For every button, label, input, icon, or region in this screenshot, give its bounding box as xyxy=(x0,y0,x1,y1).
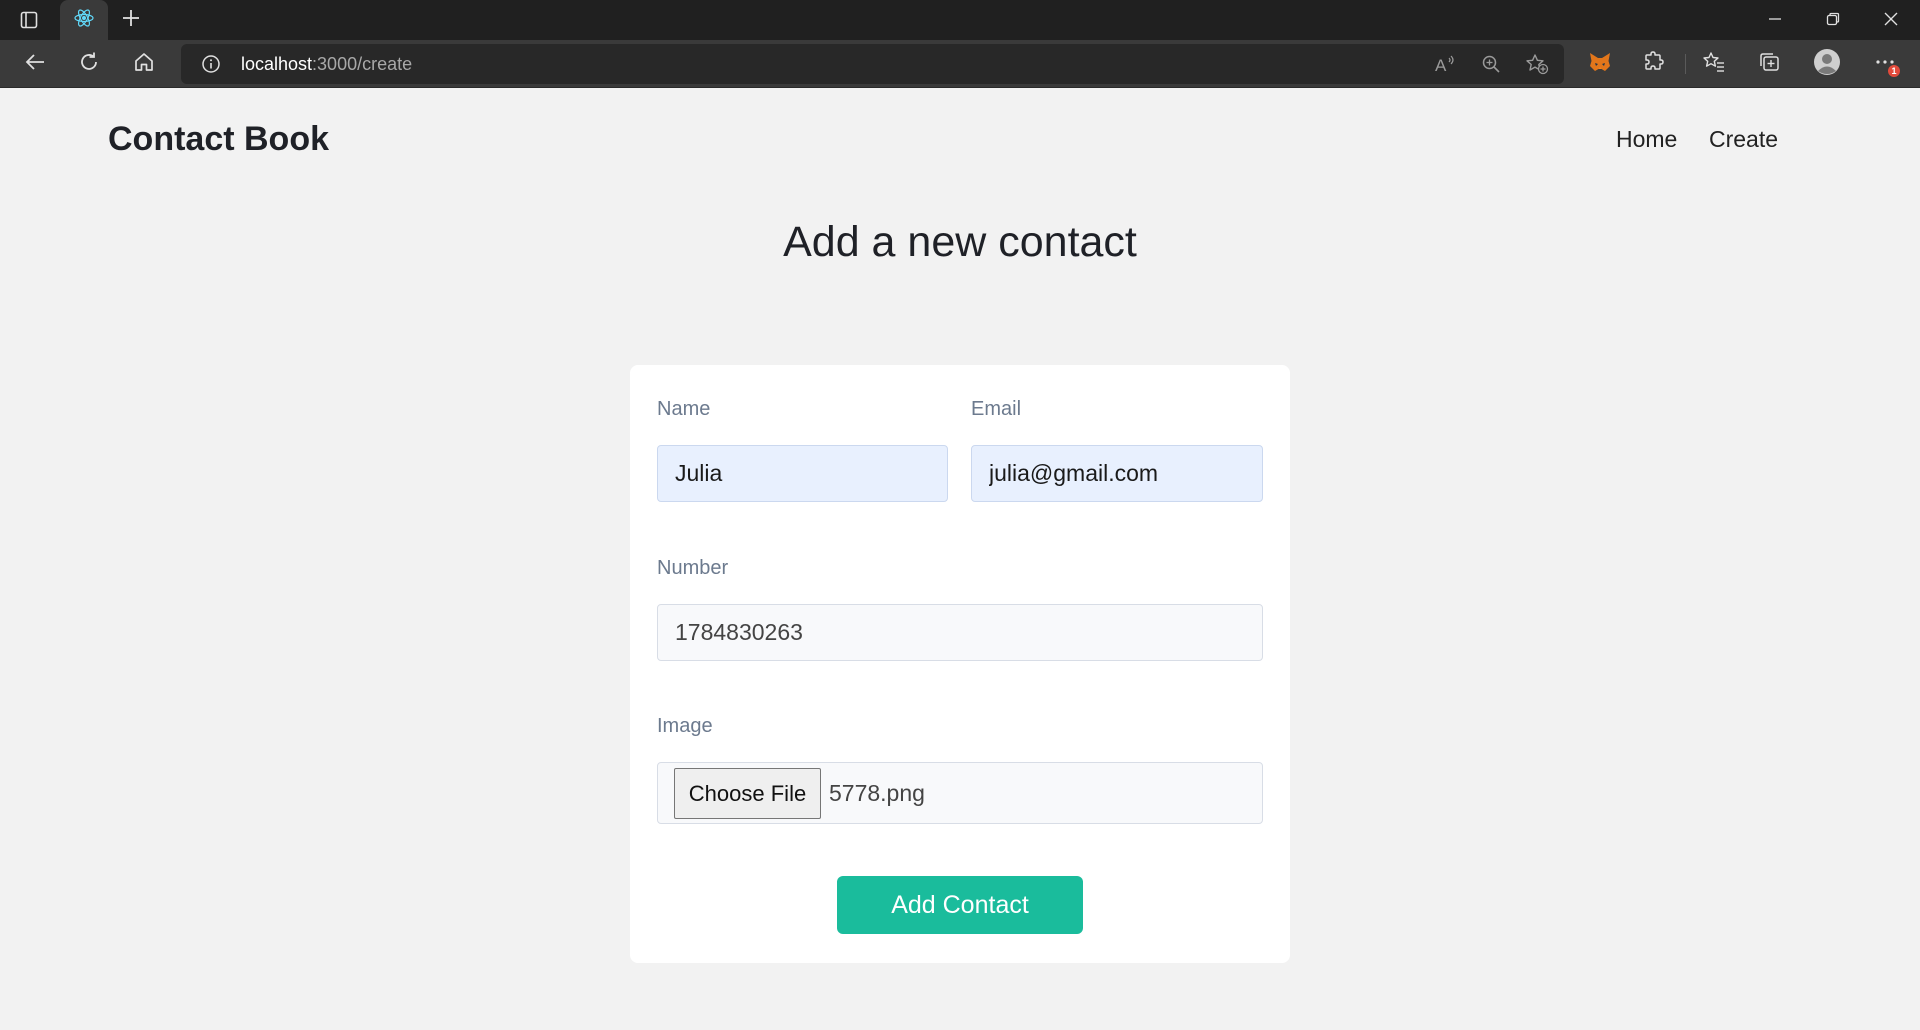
tab-actions-icon[interactable] xyxy=(18,9,40,31)
minimize-icon xyxy=(1768,11,1782,30)
add-contact-form: Name Email Number Image Choose File 5778… xyxy=(630,365,1290,963)
name-label: Name xyxy=(657,398,711,420)
browser-toolbar: localhost:3000/create A 1 xyxy=(0,40,1920,88)
react-favicon-icon xyxy=(73,7,95,33)
refresh-icon xyxy=(78,51,100,77)
back-button[interactable] xyxy=(19,48,51,80)
metamask-extension-button[interactable] xyxy=(1584,48,1616,80)
number-label: Number xyxy=(657,557,729,579)
favorites-button[interactable] xyxy=(1698,48,1730,80)
home-icon xyxy=(133,51,155,77)
number-input[interactable] xyxy=(657,604,1263,661)
email-input[interactable] xyxy=(971,445,1263,502)
name-input[interactable] xyxy=(657,445,948,502)
url-text[interactable]: localhost:3000/create xyxy=(241,44,412,84)
home-button[interactable] xyxy=(128,48,160,80)
browser-tab[interactable] xyxy=(60,0,108,40)
choose-file-button[interactable]: Choose File xyxy=(674,768,821,819)
extensions-button[interactable] xyxy=(1638,48,1670,80)
read-aloud-icon[interactable]: A xyxy=(1431,52,1459,76)
refresh-button[interactable] xyxy=(73,48,105,80)
selected-file-name: 5778.png xyxy=(829,780,925,806)
toolbar-separator xyxy=(1685,54,1686,74)
collections-icon xyxy=(1758,51,1780,77)
new-tab-button[interactable] xyxy=(118,7,144,33)
metamask-fox-icon xyxy=(1588,51,1612,77)
site-navbar: Contact Book Home Create xyxy=(0,88,1920,196)
close-icon xyxy=(1884,11,1898,30)
favorites-icon xyxy=(1703,51,1725,77)
page-title: Add a new contact xyxy=(783,218,1137,266)
notification-badge: 1 xyxy=(1888,65,1900,77)
close-window-button[interactable] xyxy=(1868,6,1914,34)
profile-button[interactable] xyxy=(1811,48,1843,80)
back-arrow-icon xyxy=(24,51,46,77)
profile-icon xyxy=(1813,48,1841,80)
image-file-input[interactable]: Choose File 5778.png xyxy=(657,762,1263,824)
add-contact-button[interactable]: Add Contact xyxy=(837,876,1083,934)
add-favorite-icon[interactable] xyxy=(1523,52,1551,76)
browser-tab-strip xyxy=(0,0,1920,40)
more-button[interactable]: 1 xyxy=(1869,48,1901,80)
collections-button[interactable] xyxy=(1753,48,1785,80)
restore-icon xyxy=(1826,11,1840,30)
restore-button[interactable] xyxy=(1810,6,1856,34)
brand-logo[interactable]: Contact Book xyxy=(108,120,329,159)
nav-link-create[interactable]: Create xyxy=(1709,126,1778,153)
plus-icon xyxy=(122,9,140,31)
email-label: Email xyxy=(971,398,1022,420)
zoom-icon[interactable] xyxy=(1477,52,1505,76)
address-bar[interactable]: localhost:3000/create A xyxy=(181,44,1564,84)
nav-link-home[interactable]: Home xyxy=(1616,126,1677,153)
svg-text:A: A xyxy=(1435,56,1447,74)
url-path: :3000/create xyxy=(312,54,413,74)
extensions-icon xyxy=(1643,51,1665,77)
info-icon[interactable] xyxy=(200,53,222,75)
image-label: Image xyxy=(657,715,713,737)
url-host: localhost xyxy=(241,54,313,74)
minimize-button[interactable] xyxy=(1752,6,1798,34)
